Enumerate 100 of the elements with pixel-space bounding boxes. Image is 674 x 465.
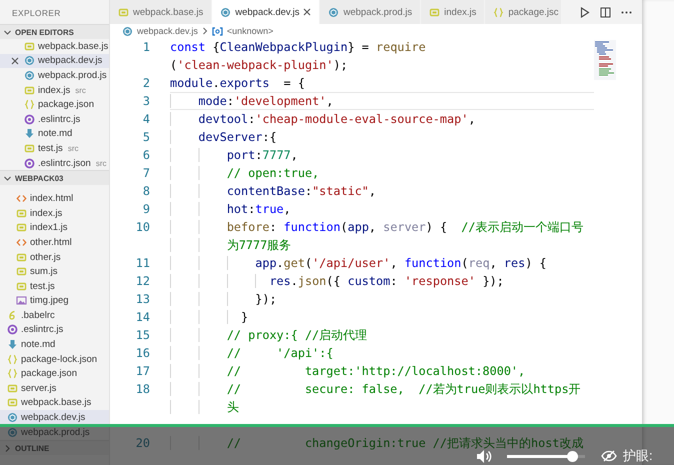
editor-tab[interactable]: index.js	[421, 0, 486, 24]
code-line: });	[170, 290, 594, 308]
braces-icon	[7, 354, 18, 365]
code-line: // target:'http://localhost:8000',	[170, 362, 594, 380]
line-number: 9	[142, 201, 151, 218]
code-line: res.json({ custom: 'response' });	[170, 272, 594, 290]
file-item[interactable]: note.md	[0, 337, 109, 352]
editor-tab[interactable]: package.jsc	[485, 0, 562, 24]
file-item[interactable]: index.js src	[0, 82, 109, 98]
file-item[interactable]: other.html	[0, 235, 109, 250]
square-icon	[429, 6, 440, 18]
line-number: 14	[134, 309, 151, 326]
square-icon	[16, 222, 27, 234]
line-number: 15	[134, 327, 151, 344]
line-number: 12	[134, 273, 151, 290]
file-description: src	[68, 144, 78, 153]
line-number: 16	[134, 345, 151, 362]
file-item[interactable]: webpack.dev.js	[0, 54, 109, 68]
line-number: 3	[142, 93, 151, 110]
code-line: contentBase:"static",	[170, 182, 594, 200]
line-number: 18	[134, 381, 151, 398]
split-editor-icon[interactable]	[600, 6, 611, 18]
slider-thumb[interactable]	[567, 450, 578, 462]
arrow-icon	[24, 128, 35, 140]
braces-icon	[493, 6, 504, 18]
file-item[interactable]: package.json	[0, 97, 109, 112]
code-line: // '/api':{	[170, 344, 594, 362]
image-icon	[16, 295, 27, 306]
file-item[interactable]: test.js src	[0, 141, 109, 156]
line-number: 17	[134, 363, 151, 380]
editor-tab[interactable]: webpack.prod.js	[320, 0, 422, 24]
cube-icon	[220, 6, 232, 18]
code-line: module.exports = {	[170, 75, 306, 92]
eye-slash-icon[interactable]	[601, 450, 617, 462]
volume-icon[interactable]	[476, 448, 493, 464]
file-item[interactable]: test.js	[0, 278, 109, 294]
file-description: src	[75, 86, 86, 95]
file-item[interactable]: webpack.base.js	[0, 39, 109, 54]
braces-icon	[7, 368, 18, 380]
arrow-icon	[7, 339, 18, 350]
line-number: 5	[142, 129, 151, 146]
code-line: }	[170, 308, 594, 326]
cube-icon	[328, 6, 340, 18]
minimap-drawing	[594, 40, 616, 80]
code-line: mode:'development',	[170, 92, 594, 110]
braces-icon	[24, 99, 35, 110]
editor-tab[interactable]: webpack.dev.js	[212, 0, 320, 24]
ring-icon	[7, 324, 18, 336]
file-item[interactable]: note.md	[0, 126, 109, 142]
file-item[interactable]: webpack.base.js	[0, 396, 109, 410]
square-icon	[16, 252, 27, 263]
line-number: 8	[142, 183, 151, 200]
square-icon	[16, 280, 27, 292]
file-item[interactable]: other.js	[0, 250, 109, 264]
ring-icon	[24, 158, 35, 169]
more-icon[interactable]	[621, 10, 632, 14]
close-icon[interactable]	[303, 8, 312, 16]
file-description: src	[96, 158, 106, 168]
square-icon	[24, 84, 35, 96]
cube-icon	[24, 70, 35, 81]
file-item[interactable]: index.html	[0, 191, 109, 206]
file-item[interactable]: index.js	[0, 206, 109, 221]
code-line: // open:true,	[170, 164, 594, 182]
chevrons-icon	[16, 193, 27, 204]
breadcrumb-item[interactable]: <unknown>	[226, 26, 274, 36]
line-number: 7	[142, 165, 151, 182]
cube-icon	[7, 412, 18, 424]
line-number: 1	[142, 39, 151, 56]
file-item[interactable]: index1.js	[0, 220, 109, 236]
code-line: port:7777,	[170, 146, 594, 164]
file-item[interactable]: .eslintrc.js	[0, 322, 109, 338]
line-number: 11	[134, 255, 151, 272]
square-icon	[7, 382, 18, 394]
editor-tab[interactable]: webpack.base.js	[110, 0, 212, 24]
file-item[interactable]: .eslintrc.json src	[0, 156, 109, 170]
file-item[interactable]: server.js	[0, 381, 109, 396]
close-icon[interactable]	[11, 56, 19, 65]
file-item[interactable]: webpack.prod.js	[0, 68, 109, 83]
play-icon[interactable]	[580, 6, 590, 18]
square-icon	[7, 397, 18, 408]
file-item[interactable]: package.json	[0, 366, 109, 382]
file-item[interactable]: timg.jpeg	[0, 294, 109, 308]
square-icon	[24, 40, 35, 52]
line-number: 2	[142, 75, 151, 92]
code-line: devtool:'cheap-module-eval-source-map',	[170, 110, 594, 128]
breadcrumb-item[interactable]: webpack.dev.js	[137, 26, 198, 36]
file-item[interactable]: sum.js	[0, 264, 109, 279]
file-item[interactable]: package-lock.json	[0, 352, 109, 366]
eye-care-label: 护眼:	[623, 447, 653, 465]
file-item[interactable]: .babelrc	[0, 308, 109, 323]
ring-icon	[24, 114, 35, 125]
code-line: // secure: false, //若为true则表示以https开 头	[170, 380, 594, 416]
line-number: 10	[134, 219, 151, 236]
code-line: // proxy:{ //启动代理	[170, 326, 594, 344]
line-number: 13	[134, 291, 151, 308]
file-item[interactable]: .eslintrc.js	[0, 112, 109, 127]
code-line: // changeOrigin:true //把请求头当中的host改成	[170, 434, 594, 452]
line-number: 20	[134, 435, 151, 452]
square-icon	[118, 6, 129, 18]
file-item[interactable]: webpack.dev.js	[0, 410, 109, 425]
